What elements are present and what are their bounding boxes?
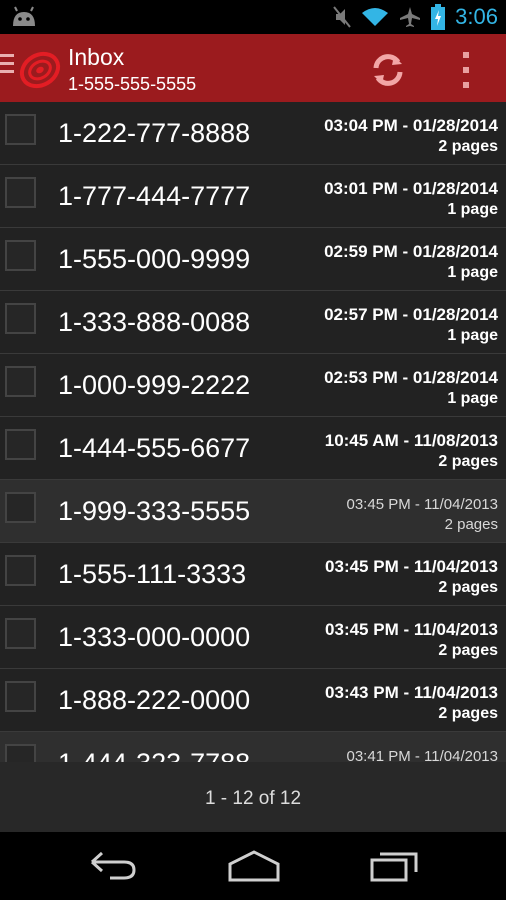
- fax-page-count: 1 page: [447, 327, 498, 344]
- fax-datetime: 03:45 PM - 11/04/2013: [346, 496, 499, 513]
- android-notification-icon: [13, 6, 35, 26]
- fax-sender-number: 1-333-000-0000: [58, 622, 251, 652]
- select-checkbox[interactable]: [5, 618, 36, 649]
- navigation-bar: [0, 832, 506, 900]
- fax-sender-number: 1-333-888-0088: [58, 307, 251, 337]
- fax-page-count: 2 pages: [438, 642, 498, 659]
- fax-datetime: 02:59 PM - 01/28/2014: [324, 242, 498, 261]
- fax-page-count: 2 pages: [444, 516, 498, 533]
- fax-sender-number: 1-222-777-8888: [58, 118, 251, 148]
- fax-page-count: 2 pages: [438, 705, 498, 722]
- fax-list-item[interactable]: 1-777-444-7777 03:01 PM - 01/28/2014 1 pag…: [0, 165, 506, 228]
- fax-datetime: 10:45 AM - 11/08/2013: [324, 431, 498, 450]
- fax-list-item[interactable]: 1-444-323-778803:41 PM - 11/04/20132 pag…: [0, 732, 506, 762]
- refresh-icon[interactable]: [368, 50, 408, 90]
- select-checkbox[interactable]: [5, 744, 36, 762]
- list-footer: 1 - 12 of 12: [0, 762, 506, 832]
- overflow-menu-icon[interactable]: [454, 52, 478, 88]
- fax-sender-number: 1-444-555-6677: [58, 433, 251, 463]
- fax-datetime: 03:04 PM - 01/28/2014: [324, 116, 498, 135]
- select-checkbox[interactable]: [5, 555, 36, 586]
- fax-list-item[interactable]: 1-999-333-5555 03:45 PM - 11/04/2013 2 pag…: [0, 480, 506, 543]
- fax-page-count: 1 page: [447, 264, 498, 281]
- fax-list-item[interactable]: 1-555-000-9999 02:59 PM - 01/28/2014 1 pag…: [0, 228, 506, 291]
- fax-list-item[interactable]: 1-222-777-8888 03:04 PM - 01/28/2014 2 pag…: [0, 102, 506, 165]
- fax-page-count: 1 page: [447, 201, 498, 218]
- fax-datetime: 03:45 PM - 11/04/2013: [325, 620, 498, 639]
- clock-time: 3:06: [455, 4, 498, 29]
- select-checkbox[interactable]: [5, 492, 36, 523]
- app-logo-icon[interactable]: [18, 48, 62, 90]
- fax-page-count: 2 pages: [438, 453, 498, 470]
- fax-sender-number: 1-777-444-7777: [58, 181, 251, 211]
- select-checkbox[interactable]: [5, 429, 36, 460]
- select-checkbox[interactable]: [5, 114, 36, 145]
- select-checkbox[interactable]: [5, 177, 36, 208]
- fax-page-count: 2 pages: [438, 138, 498, 155]
- fax-sender-number: 1-555-000-9999: [58, 244, 251, 274]
- fax-sender-number: 1-999-333-5555: [58, 496, 251, 526]
- fax-datetime: 03:45 PM - 11/04/2013: [325, 557, 498, 576]
- fax-datetime: 03:41 PM - 11/04/2013: [346, 748, 499, 762]
- back-icon[interactable]: [86, 848, 138, 884]
- fax-list-item[interactable]: 1-444-555-6677 10:45 AM - 11/08/2013 2 pag…: [0, 417, 506, 480]
- fax-datetime: 02:57 PM - 01/28/2014: [324, 305, 498, 324]
- fax-sender-number: 1-444-323-7788: [58, 748, 250, 762]
- wifi-icon: [362, 8, 389, 26]
- fax-page-count: 2 pages: [438, 579, 498, 596]
- select-checkbox[interactable]: [5, 681, 36, 712]
- fax-list[interactable]: 1-222-777-8888 03:04 PM - 01/28/2014 2 pag…: [0, 102, 506, 762]
- fax-list-item[interactable]: 1-888-222-0000 03:43 PM - 11/04/2013 2 pag…: [0, 669, 506, 732]
- action-bar: Inbox 1-555-555-5555: [0, 34, 506, 102]
- fax-list-item[interactable]: 1-333-888-0088 02:57 PM - 01/28/2014 1 pag…: [0, 291, 506, 354]
- menu-lines-icon[interactable]: [0, 54, 14, 78]
- status-bar: 3:06: [0, 0, 506, 34]
- mute-icon: [333, 6, 351, 28]
- fax-sender-number: 1-555-111-3333: [58, 559, 247, 589]
- battery-charging-icon: [431, 4, 446, 30]
- fax-datetime: 02:53 PM - 01/28/2014: [324, 368, 498, 387]
- inbox-title: Inbox: [68, 44, 125, 70]
- fax-datetime: 03:43 PM - 11/04/2013: [325, 683, 498, 702]
- home-icon[interactable]: [226, 848, 282, 884]
- fax-sender-number: 1-888-222-0000: [58, 685, 251, 715]
- fax-number-subtitle: 1-555-555-5555: [68, 74, 197, 94]
- fax-datetime: 03:01 PM - 01/28/2014: [324, 179, 498, 198]
- fax-sender-number: 1-000-999-2222: [58, 370, 251, 400]
- select-checkbox[interactable]: [5, 240, 36, 271]
- fax-list-item[interactable]: 1-333-000-0000 03:45 PM - 11/04/2013 2 pag…: [0, 606, 506, 669]
- fax-list-item[interactable]: 1-555-111-3333 03:45 PM - 11/04/2013 2 pag…: [0, 543, 506, 606]
- recent-apps-icon[interactable]: [368, 848, 422, 884]
- select-checkbox[interactable]: [5, 366, 36, 397]
- fax-list-item[interactable]: 1-000-999-2222 02:53 PM - 01/28/2014 1 pag…: [0, 354, 506, 417]
- fax-page-count: 1 page: [447, 390, 498, 407]
- select-checkbox[interactable]: [5, 303, 36, 334]
- airplane-mode-icon: [400, 7, 421, 27]
- pagination-text: 1 - 12 of 12: [204, 788, 302, 809]
